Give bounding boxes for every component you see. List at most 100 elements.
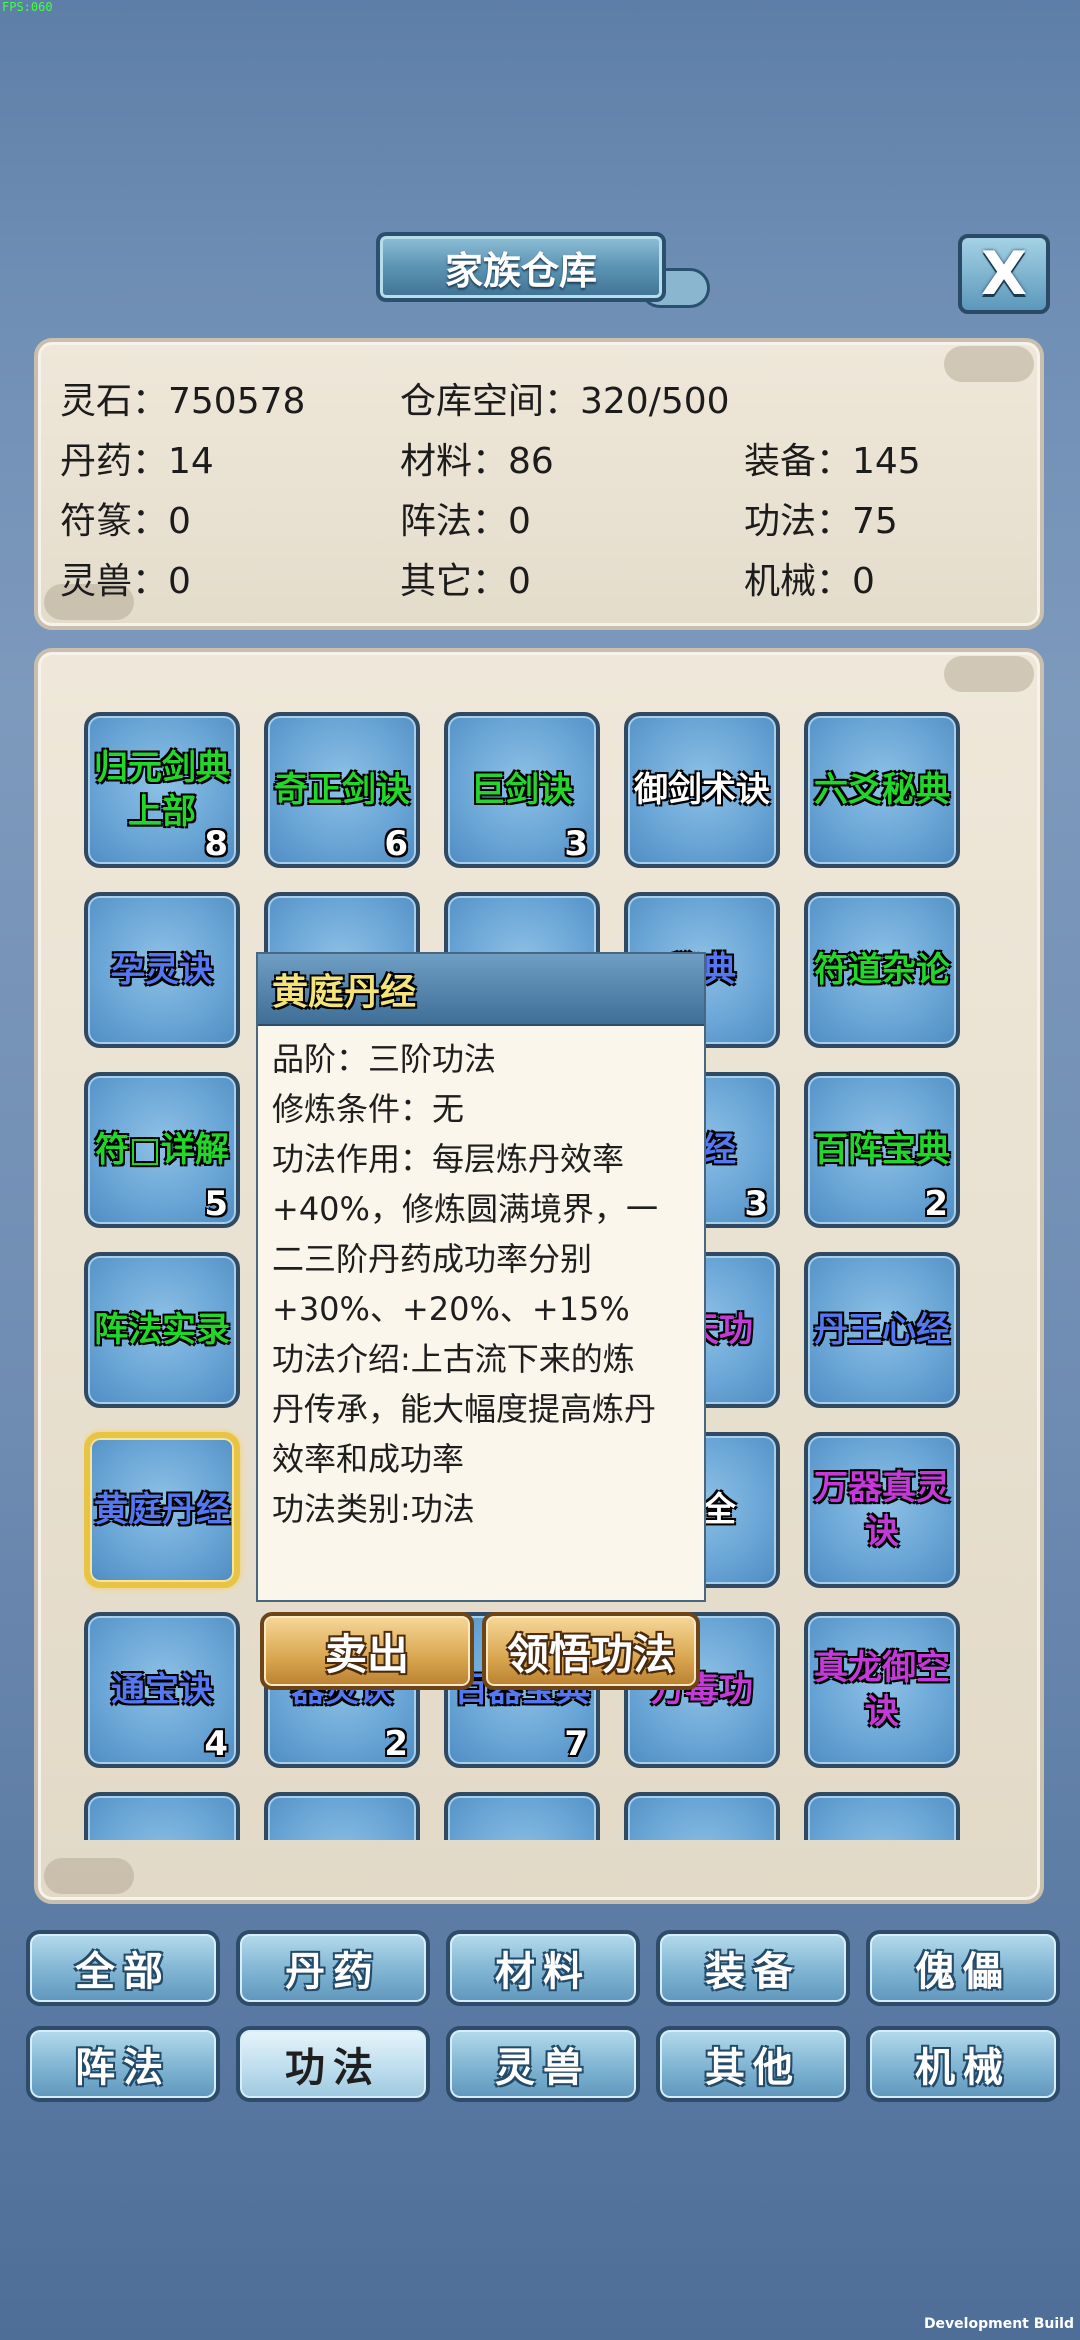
comprehend-button-label: 领悟功法 [506,1629,675,1679]
item-count: 8 [204,824,228,864]
item-slot[interactable] [264,1792,420,1840]
close-icon: X [980,239,1028,309]
item-count: 2 [384,1724,408,1764]
item-name: 通宝诀 [111,1670,213,1710]
category-tab-label: 丹药 [285,1949,381,1995]
item-slot[interactable] [444,1792,600,1840]
category-tab-label: 装备 [705,1949,801,1995]
cloud-ornament [944,346,1034,382]
item-slot[interactable]: 归元剑典上部 8 [84,712,240,868]
tooltip-description: 品阶：三阶功法 修炼条件：无功法作用：每层炼丹效率 +40%，修炼圆满境界，一 二三阶… [272,1034,696,1534]
equipment-count: 装备：145 [744,441,921,482]
page-title: 家族仓库 [444,248,597,293]
item-slot[interactable]: 真龙御空诀 [804,1612,960,1768]
tooltip-line: 丹传承，能大幅度提高炼丹 [272,1390,657,1428]
item-name: 阵法实录 [94,1310,230,1350]
comprehend-technique-button[interactable]: 领悟功法 [482,1612,700,1690]
tooltip-line: 功法作用：每层炼丹效率 [272,1140,625,1178]
talismans-count: 符篆：0 [60,501,191,542]
item-name: 御剑术诀 [634,770,770,810]
pills-count: 丹药：14 [60,441,214,482]
category-tab-label: 阵法 [75,2045,171,2091]
item-tooltip: 黄庭丹经 品阶：三阶功法 修炼条件：无功法作用：每层炼丹效率 +40%，修炼圆满境界… [256,952,706,1602]
item-name: 真龙御空诀 [814,1648,950,1732]
item-slot[interactable]: 万器真灵诀 [804,1432,960,1588]
item-name: 符道杂论 [814,950,950,990]
tooltip-line: 功法介绍:上古流下来的炼 [272,1340,635,1378]
tooltip-line: 二三阶丹药成功率分别 [272,1240,593,1278]
category-tab-label: 材料 [495,1949,591,1995]
category-tab-label: 全部 [75,1949,171,1995]
item-slot[interactable]: 奇正剑诀 6 [264,712,420,868]
category-tab[interactable]: 傀儡 [866,1930,1060,2006]
item-name: 奇正剑诀 [274,770,410,810]
formations-count: 阵法：0 [400,501,531,542]
item-count: 2 [924,1184,948,1224]
sell-button-label: 卖出 [324,1629,409,1679]
category-tab-label: 灵兽 [495,2045,591,2091]
others-count: 其它：0 [400,561,531,602]
title-banner: 家族仓库 [370,228,710,312]
tooltip-line: 修炼条件：无 [272,1090,465,1128]
item-count: 3 [564,824,588,864]
fps-counter: FPS:060 [2,0,53,14]
category-tab-label: 其他 [705,2045,801,2091]
machines-count: 机械：0 [744,561,875,602]
category-tab[interactable]: 装备 [656,1930,850,2006]
item-name: 万器真灵诀 [814,1468,950,1552]
item-name: 六爻秘典 [814,770,950,810]
item-slot[interactable] [624,1792,780,1840]
tooltip-item-name: 黄庭丹经 [272,972,417,1013]
tooltip-line: 效率和成功率 [272,1440,465,1478]
category-tab[interactable]: 机械 [866,2026,1060,2102]
category-tab[interactable]: 全部 [26,1930,220,2006]
materials-count: 材料：86 [400,441,554,482]
category-tab[interactable]: 材料 [446,1930,640,2006]
item-slot[interactable] [84,1792,240,1840]
item-slot[interactable]: 六爻秘典 [804,712,960,868]
item-slot[interactable]: 黄庭丹经 [84,1432,240,1588]
tooltip-line: +30%、+20%、+15% [272,1290,630,1328]
category-tab[interactable]: 阵法 [26,2026,220,2102]
item-name: 黄庭丹经 [94,1490,230,1530]
tooltip-line: 功法类别:功法 [272,1490,475,1528]
item-slot[interactable]: 巨剑诀 3 [444,712,600,868]
tooltip-line: +40%，修炼圆满境界，一 [272,1190,658,1228]
category-tab-label: 傀儡 [915,1949,1011,1995]
beasts-count: 灵兽：0 [60,561,191,602]
item-count: 3 [744,1184,768,1224]
sell-button[interactable]: 卖出 [260,1612,474,1690]
item-name: 孕灵诀 [111,950,213,990]
category-tab[interactable]: 灵兽 [446,2026,640,2102]
item-slot[interactable]: 符□详解 5 [84,1072,240,1228]
item-count: 6 [384,824,408,864]
category-tab[interactable]: 丹药 [236,1930,430,2006]
item-name: 符□详解 [94,1130,230,1170]
item-count: 7 [564,1724,588,1764]
item-slot[interactable] [804,1792,960,1840]
item-slot[interactable]: 孕灵诀 [84,892,240,1048]
item-slot[interactable]: 通宝诀 4 [84,1612,240,1768]
cloud-ornament [44,1858,134,1894]
category-tab-label: 机械 [915,2045,1011,2091]
item-slot[interactable]: 御剑术诀 [624,712,780,868]
item-count: 5 [204,1184,228,1224]
techniques-count: 功法：75 [744,501,898,542]
item-slot[interactable]: 阵法实录 [84,1252,240,1408]
tooltip-line: 品阶：三阶功法 [272,1040,497,1078]
close-button[interactable]: X [958,234,1050,314]
category-tab[interactable]: 功法 [236,2026,430,2102]
item-name: 百阵宝典 [814,1130,950,1170]
item-name: 巨剑诀 [471,770,573,810]
item-name: 归元剑典上部 [94,748,230,832]
item-name: 丹王心经 [814,1310,950,1350]
tooltip-header: 黄庭丹经 [258,954,704,1026]
item-count: 4 [204,1724,228,1764]
category-tab[interactable]: 其他 [656,2026,850,2102]
item-slot[interactable]: 符道杂论 [804,892,960,1048]
storage-capacity: 仓库空间：320/500 [400,381,730,422]
item-slot[interactable]: 百阵宝典 2 [804,1072,960,1228]
item-slot[interactable]: 丹王心经 [804,1252,960,1408]
category-tab-label: 功法 [285,2045,381,2091]
cloud-ornament [944,656,1034,692]
